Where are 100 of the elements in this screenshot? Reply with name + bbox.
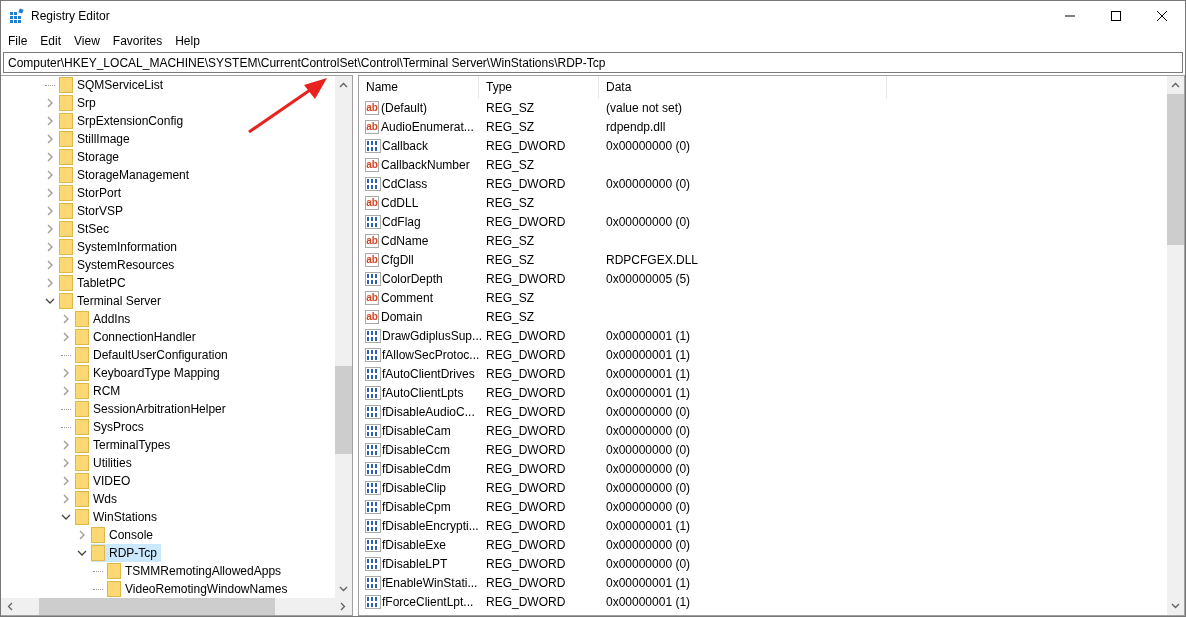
tree-item[interactable]: WinStations — [75, 508, 162, 526]
scroll-down-icon[interactable] — [339, 586, 348, 592]
vertical-scrollbar[interactable] — [335, 76, 352, 598]
tree-item[interactable]: Storage — [59, 148, 124, 166]
tree-item[interactable]: StorVSP — [59, 202, 128, 220]
tree-item[interactable]: VideoRemotingWindowNames — [107, 580, 292, 598]
vertical-scrollbar[interactable] — [1166, 76, 1184, 615]
expand-chevron-icon[interactable] — [45, 170, 55, 180]
value-type: REG_DWORD — [485, 480, 567, 495]
collapse-chevron-icon[interactable] — [45, 296, 55, 306]
expand-chevron-icon[interactable] — [77, 530, 87, 540]
tree-item[interactable]: StorPort — [59, 184, 125, 202]
tree-item[interactable]: Terminal Server — [59, 292, 166, 310]
string-value-icon: ab — [365, 157, 379, 172]
tree-item[interactable]: DefaultUserConfiguration — [75, 346, 232, 364]
expand-chevron-icon[interactable] — [45, 260, 55, 270]
tree-item[interactable]: StSec — [59, 220, 113, 238]
value-type: REG_DWORD — [485, 404, 567, 419]
tree-item[interactable]: StorageManagement — [59, 166, 194, 184]
value-name: fDisableLPT — [382, 556, 448, 571]
collapse-chevron-icon[interactable] — [61, 512, 71, 522]
expand-chevron-icon[interactable] — [61, 368, 71, 378]
expand-chevron-icon[interactable] — [45, 134, 55, 144]
collapse-chevron-icon[interactable] — [77, 548, 87, 558]
tree-item[interactable]: Wds — [75, 490, 121, 508]
scrollbar-thumb[interactable] — [335, 366, 352, 454]
binary-value-icon — [365, 498, 381, 515]
expand-chevron-icon[interactable] — [61, 332, 71, 342]
scrollbar-thumb[interactable] — [1167, 94, 1184, 245]
expand-chevron-icon[interactable] — [61, 314, 71, 324]
expand-chevron-icon[interactable] — [45, 206, 55, 216]
menu-item[interactable]: Help — [168, 34, 206, 48]
tree-item[interactable]: TerminalTypes — [75, 436, 175, 454]
tree-item[interactable]: TSMMRemotingAllowedApps — [107, 562, 286, 580]
expand-chevron-icon[interactable] — [61, 476, 71, 486]
value-name: fDisableEncrypti... — [382, 518, 479, 533]
folder-icon — [75, 329, 89, 345]
scroll-up-icon[interactable] — [1171, 82, 1180, 88]
tree-item[interactable]: StillImage — [59, 130, 134, 148]
tree-item[interactable]: VIDEO — [75, 472, 135, 490]
expand-chevron-icon[interactable] — [61, 440, 71, 450]
scroll-left-icon[interactable] — [7, 602, 13, 611]
expand-chevron-icon[interactable] — [61, 386, 71, 396]
tree-item[interactable]: Utilities — [75, 454, 136, 472]
value-type: REG_DWORD — [485, 575, 567, 590]
menu-item[interactable]: Edit — [33, 34, 68, 48]
tree-item[interactable]: SystemInformation — [59, 238, 182, 256]
tree-item[interactable]: SessionArbitrationHelper — [75, 400, 230, 418]
value-data: 0x00000000 (0) — [605, 499, 692, 514]
folder-icon — [75, 311, 89, 327]
value-name: fForceClientLpt... — [382, 594, 474, 609]
tree-item[interactable]: Srp — [59, 94, 100, 112]
expand-chevron-icon[interactable] — [45, 116, 55, 126]
expand-chevron-icon[interactable] — [61, 458, 71, 468]
folder-icon — [59, 113, 73, 129]
address-bar[interactable]: Computer\HKEY_LOCAL_MACHINE\SYSTEM\CurrentControlSet\Control\Terminal Server\WinStations\RDP-Tcp — [3, 52, 1183, 73]
value-name: fDisableCdm — [382, 461, 451, 476]
tree-item[interactable]: SystemResources — [59, 256, 179, 274]
horizontal-scrollbar[interactable] — [1, 598, 352, 615]
value-data: 0x00000000 (0) — [605, 461, 692, 476]
menu-item[interactable]: View — [67, 34, 106, 48]
tree-item[interactable]: SysProcs — [75, 418, 148, 436]
expand-chevron-icon[interactable] — [45, 152, 55, 162]
expand-chevron-icon[interactable] — [45, 224, 55, 234]
expand-chevron-icon[interactable] — [45, 242, 55, 252]
expand-chevron-icon[interactable] — [45, 98, 55, 108]
value-data: 0x00000001 (1) — [605, 594, 692, 609]
menu-item[interactable]: File — [1, 34, 34, 48]
value-name: DrawGdiplusSup... — [382, 328, 483, 343]
value-name: Callback — [382, 138, 429, 153]
tree-item[interactable]: RDP-Tcp — [91, 544, 161, 562]
expand-chevron-icon[interactable] — [61, 494, 71, 504]
tree-item[interactable]: AddIns — [75, 310, 135, 328]
tree-item[interactable]: SrpExtensionConfig — [59, 112, 188, 130]
value-type: REG_DWORD — [485, 423, 567, 438]
string-value-icon: ab — [365, 290, 379, 305]
menu-item[interactable]: Favorites — [105, 34, 169, 48]
value-name: fDisableAudioC... — [382, 404, 475, 419]
column-header[interactable]: Name — [359, 76, 479, 98]
scroll-right-icon[interactable] — [340, 602, 346, 611]
tree-item[interactable]: SQMServiceList — [59, 76, 168, 94]
expand-chevron-icon[interactable] — [45, 278, 55, 288]
column-header[interactable]: Data — [599, 76, 887, 98]
value-type: REG_DWORD — [485, 271, 567, 286]
column-header[interactable]: Type — [479, 76, 599, 98]
value-data: 0x00000000 (0) — [605, 423, 692, 438]
binary-value-icon — [365, 137, 381, 154]
scrollbar-thumb[interactable] — [39, 598, 276, 615]
folder-icon — [59, 77, 73, 93]
scroll-down-icon[interactable] — [1171, 603, 1180, 609]
folder-icon — [59, 239, 73, 255]
expand-chevron-icon[interactable] — [45, 188, 55, 198]
tree-item[interactable]: Console — [91, 526, 158, 544]
tree-item[interactable]: TabletPC — [59, 274, 130, 292]
value-type: REG_DWORD — [485, 385, 567, 400]
scroll-up-icon[interactable] — [339, 82, 348, 88]
tree-item[interactable]: KeyboardType Mapping — [75, 364, 224, 382]
tree-item[interactable]: RCM — [75, 382, 125, 400]
tree-item[interactable]: ConnectionHandler — [75, 328, 200, 346]
binary-value-icon — [365, 403, 381, 420]
